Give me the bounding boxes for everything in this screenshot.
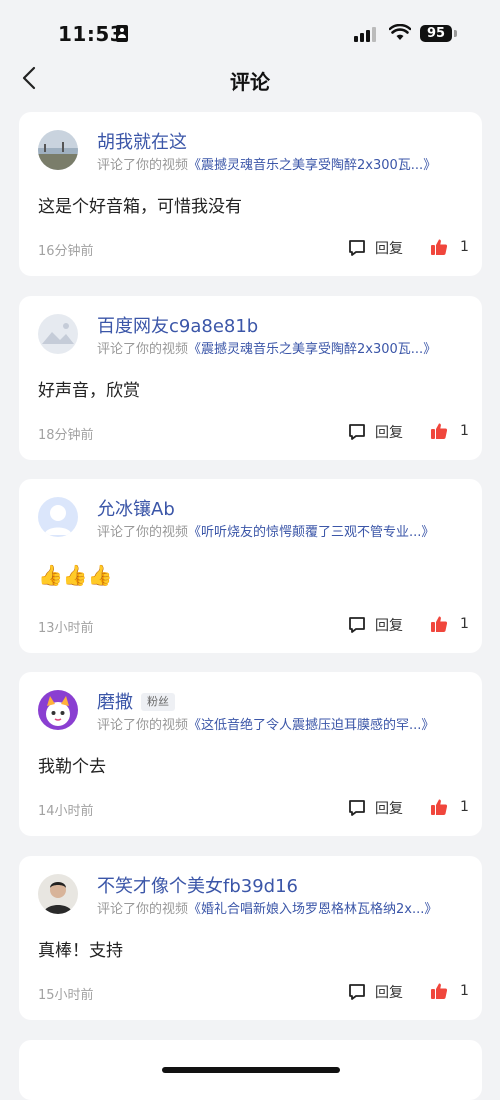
comment-text: 我勒个去 bbox=[38, 757, 106, 777]
default-person-avatar[interactable] bbox=[38, 497, 78, 537]
comment-bubble-icon bbox=[349, 800, 365, 816]
nav-bar: 评论 bbox=[0, 58, 500, 98]
landscape-avatar[interactable] bbox=[38, 130, 78, 170]
comment-source-label: 评论了你的视频 bbox=[97, 158, 189, 173]
like-count: 1 bbox=[460, 239, 469, 255]
user-name[interactable]: 不笑才像个美女fb39d16 bbox=[97, 872, 298, 898]
comment-time: 16分钟前 bbox=[38, 244, 94, 259]
thumbs-up-icon bbox=[431, 239, 448, 255]
default-landscape-avatar[interactable] bbox=[38, 314, 78, 354]
comment-source: 评论了你的视频《这低音绝了令人震撼压迫耳膜感的罕...》 bbox=[97, 714, 434, 733]
comment-text: 这是个好音箱，可惜我没有 bbox=[38, 197, 242, 217]
comment-bubble-icon bbox=[349, 424, 365, 440]
like-button[interactable]: 1 bbox=[430, 615, 469, 633]
comment-time: 13小时前 bbox=[38, 621, 94, 636]
thumbs-up-icon bbox=[431, 423, 448, 439]
id-card-icon bbox=[116, 25, 128, 42]
cartoon-cat-avatar[interactable] bbox=[38, 690, 78, 730]
comment-source-label: 评论了你的视频 bbox=[97, 902, 189, 917]
video-title-link[interactable]: 《婚礼合唱新娘入场罗恩格林瓦格纳2x...》 bbox=[188, 902, 437, 917]
reply-button[interactable]: 回复 bbox=[347, 982, 403, 1002]
thumbs-up-icon bbox=[431, 616, 448, 632]
reply-button[interactable]: 回复 bbox=[347, 422, 403, 442]
like-count: 1 bbox=[460, 423, 469, 439]
comment-card: 胡我就在这 评论了你的视频《震撼灵魂音乐之美享受陶醉2x300瓦...》 这是个… bbox=[19, 112, 482, 276]
reply-button[interactable]: 回复 bbox=[347, 798, 403, 818]
comment-source: 评论了你的视频《震撼灵魂音乐之美享受陶醉2x300瓦...》 bbox=[97, 338, 436, 357]
reply-label: 回复 bbox=[375, 801, 403, 817]
like-button[interactable]: 1 bbox=[430, 798, 469, 816]
reply-label: 回复 bbox=[375, 985, 403, 1001]
reply-button[interactable]: 回复 bbox=[347, 615, 403, 635]
reply-label: 回复 bbox=[375, 618, 403, 634]
reply-label: 回复 bbox=[375, 425, 403, 441]
comment-card: 磨撒 粉丝 评论了你的视频《这低音绝了令人震撼压迫耳膜感的罕...》 我勒个去 1… bbox=[19, 672, 482, 836]
like-button[interactable]: 1 bbox=[430, 982, 469, 1000]
comment-text: 👍👍👍 bbox=[38, 563, 113, 587]
comment-source: 评论了你的视频《婚礼合唱新娘入场罗恩格林瓦格纳2x...》 bbox=[97, 898, 437, 917]
fan-badge: 粉丝 bbox=[141, 693, 175, 711]
status-time: 11:53 bbox=[58, 22, 125, 46]
battery-tip bbox=[454, 30, 457, 37]
reply-button[interactable]: 回复 bbox=[347, 238, 403, 258]
battery-icon: 95 bbox=[420, 25, 452, 42]
like-button[interactable]: 1 bbox=[430, 422, 469, 440]
user-name[interactable]: 胡我就在这 bbox=[97, 128, 187, 154]
comment-card: 允冰镶Ab 评论了你的视频《听听烧友的惊愕颠覆了三观不管专业...》 👍👍👍 1… bbox=[19, 479, 482, 653]
comment-source-label: 评论了你的视频 bbox=[97, 718, 189, 733]
status-bar: 11:53 95 bbox=[0, 0, 500, 60]
comment-source-label: 评论了你的视频 bbox=[97, 342, 189, 357]
like-count: 1 bbox=[460, 799, 469, 815]
comment-bubble-icon bbox=[349, 617, 365, 633]
reply-label: 回复 bbox=[375, 241, 403, 257]
comment-source: 评论了你的视频《震撼灵魂音乐之美享受陶醉2x300瓦...》 bbox=[97, 154, 436, 173]
user-name-text: 磨撒 bbox=[97, 692, 133, 713]
thumbs-up-icon bbox=[431, 799, 448, 815]
page-title: 评论 bbox=[230, 70, 270, 94]
like-count: 1 bbox=[460, 983, 469, 999]
video-title-link[interactable]: 《这低音绝了令人震撼压迫耳膜感的罕...》 bbox=[188, 718, 434, 733]
video-title-link[interactable]: 《震撼灵魂音乐之美享受陶醉2x300瓦...》 bbox=[188, 342, 436, 357]
like-button[interactable]: 1 bbox=[430, 238, 469, 256]
wifi-icon bbox=[389, 24, 411, 40]
video-title-link[interactable]: 《震撼灵魂音乐之美享受陶醉2x300瓦...》 bbox=[188, 158, 436, 173]
comment-text: 好声音，欣赏 bbox=[38, 381, 140, 401]
comment-time: 14小时前 bbox=[38, 804, 94, 819]
user-name[interactable]: 磨撒 粉丝 bbox=[97, 688, 175, 714]
comment-time: 15小时前 bbox=[38, 988, 94, 1003]
person-photo-avatar[interactable] bbox=[38, 874, 78, 914]
cellular-signal-icon bbox=[354, 26, 380, 42]
user-name[interactable]: 允冰镶Ab bbox=[97, 495, 175, 521]
comment-bubble-icon bbox=[349, 240, 365, 256]
comment-bubble-icon bbox=[349, 984, 365, 1000]
like-count: 1 bbox=[460, 616, 469, 632]
comment-time: 18分钟前 bbox=[38, 428, 94, 443]
home-indicator[interactable] bbox=[162, 1067, 340, 1073]
comment-text: 真棒！支持 bbox=[38, 941, 123, 961]
comment-card: 百度网友c9a8e81b 评论了你的视频《震撼灵魂音乐之美享受陶醉2x300瓦.… bbox=[19, 296, 482, 460]
thumbs-up-icon bbox=[431, 983, 448, 999]
video-title-link[interactable]: 《听听烧友的惊愕颠覆了三观不管专业...》 bbox=[188, 525, 434, 540]
comment-card: 不笑才像个美女fb39d16 评论了你的视频《婚礼合唱新娘入场罗恩格林瓦格纳2x… bbox=[19, 856, 482, 1020]
user-name[interactable]: 百度网友c9a8e81b bbox=[97, 312, 258, 338]
comment-source-label: 评论了你的视频 bbox=[97, 525, 189, 540]
comment-source: 评论了你的视频《听听烧友的惊愕颠覆了三观不管专业...》 bbox=[97, 521, 434, 540]
